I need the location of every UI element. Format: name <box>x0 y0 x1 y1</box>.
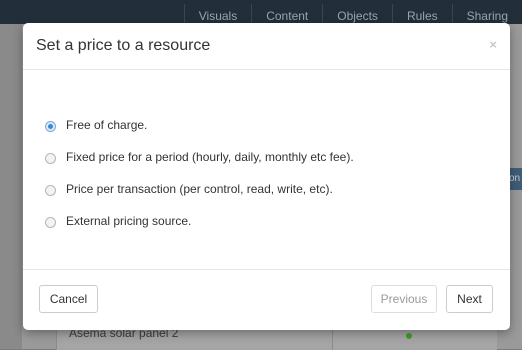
modal-title: Set a price to a resource <box>36 37 211 54</box>
option-fixed-price[interactable]: Fixed price for a period (hourly, daily,… <box>45 147 354 167</box>
close-icon[interactable]: × <box>489 37 497 53</box>
radio-fixed-price[interactable] <box>45 153 56 164</box>
next-button[interactable]: Next <box>446 285 493 313</box>
option-label: External pricing source. <box>66 214 192 228</box>
modal-body: Free of charge. Fixed price for a period… <box>23 70 510 268</box>
nav-item-sharing[interactable]: Sharing <box>451 4 522 24</box>
status-dot-icon <box>406 333 412 339</box>
radio-price-per-transaction[interactable] <box>45 185 56 196</box>
previous-button[interactable]: Previous <box>371 285 437 313</box>
option-label: Fixed price for a period (hourly, daily,… <box>66 150 354 164</box>
nav-item-objects[interactable]: Objects <box>322 4 392 24</box>
nav-item-content[interactable]: Content <box>251 4 322 24</box>
option-price-per-transaction[interactable]: Price per transaction (per control, read… <box>45 179 333 199</box>
nav-item-rules[interactable]: Rules <box>391 4 452 24</box>
background-left-edge <box>0 24 22 349</box>
option-free-of-charge[interactable]: Free of charge. <box>45 115 147 135</box>
background-side-tab[interactable]: on <box>509 168 522 190</box>
cancel-button[interactable]: Cancel <box>39 285 98 313</box>
option-label: Free of charge. <box>66 118 148 132</box>
radio-free-of-charge[interactable] <box>45 121 56 132</box>
modal-header: Set a price to a resource × <box>23 23 510 70</box>
option-label: Price per transaction (per control, read… <box>66 182 333 196</box>
modal-footer: Cancel Previous Next <box>23 269 510 330</box>
price-modal: Set a price to a resource × Free of char… <box>23 23 510 330</box>
nav-item-visuals[interactable]: Visuals <box>183 4 251 24</box>
background-navbar: Visuals Content Objects Rules Sharing <box>0 0 522 24</box>
radio-external-pricing[interactable] <box>45 217 56 228</box>
option-external-pricing[interactable]: External pricing source. <box>45 211 191 231</box>
